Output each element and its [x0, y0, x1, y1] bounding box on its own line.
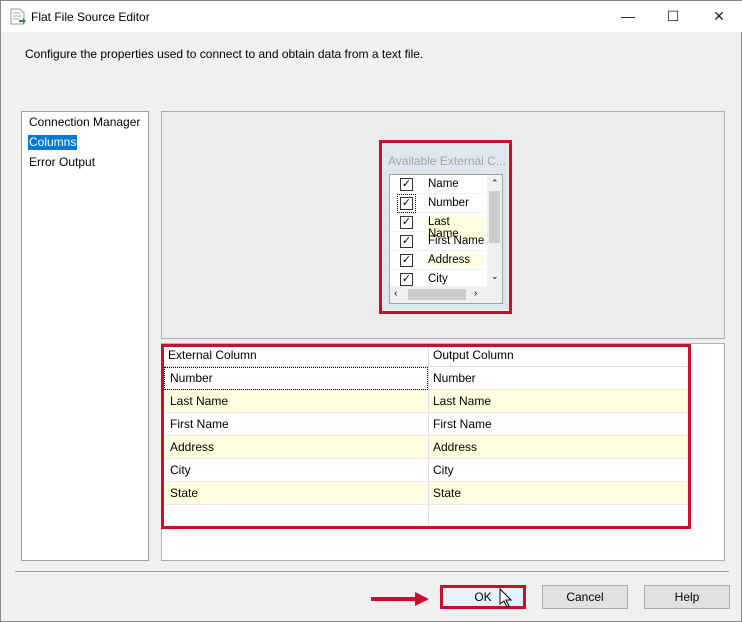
available-external-columns: Available External C... ✓ Name ✓ Number ✓ L…	[383, 144, 508, 310]
ok-label: OK	[474, 590, 492, 604]
nav-item-connection-manager[interactable]: Connection Manager	[28, 115, 141, 130]
scroll-up-icon[interactable]: ⌃	[491, 178, 499, 189]
list-item[interactable]: ✓ Address	[390, 251, 486, 270]
horizontal-scrollbar[interactable]: ‹ ›	[390, 286, 502, 303]
close-button[interactable]: ✕	[704, 5, 734, 27]
checkbox[interactable]: ✓	[400, 178, 413, 191]
checkbox[interactable]: ✓	[400, 235, 413, 248]
available-columns-list: ✓ Name ✓ Number ✓ Last Name ✓ First Name ✓ Ad…	[389, 174, 503, 304]
scroll-down-icon[interactable]: ⌄	[491, 271, 499, 282]
list-item[interactable]: ✓ Name	[390, 175, 486, 194]
divider	[15, 571, 729, 572]
cancel-button[interactable]: Cancel	[542, 585, 628, 609]
checkbox[interactable]: ✓	[397, 194, 416, 213]
scroll-right-icon[interactable]: ›	[474, 288, 477, 299]
flat-file-icon	[10, 8, 26, 25]
nav-item-columns[interactable]: Columns	[28, 135, 78, 150]
arrow-annotation-icon	[371, 592, 429, 606]
checkbox[interactable]: ✓	[400, 273, 413, 286]
mouse-cursor-icon	[499, 588, 513, 608]
scroll-left-icon[interactable]: ‹	[394, 288, 397, 299]
minimize-button[interactable]: —	[613, 5, 643, 27]
nav-item-error-output[interactable]: Error Output	[28, 155, 96, 170]
description-text: Configure the properties used to connect…	[25, 47, 424, 61]
maximize-button[interactable]: ☐	[658, 5, 688, 27]
checkbox[interactable]: ✓	[400, 254, 413, 267]
window-title: Flat File Source Editor	[31, 10, 150, 24]
help-button[interactable]: Help	[644, 585, 730, 609]
checkbox[interactable]: ✓	[400, 216, 413, 229]
nav-list: Connection Manager Columns Error Output	[21, 111, 149, 561]
list-item[interactable]: ✓ Last Name	[390, 213, 486, 240]
scroll-thumb[interactable]	[489, 191, 500, 243]
ok-button[interactable]: OK	[440, 585, 526, 609]
highlight-box	[161, 344, 691, 529]
list-item[interactable]: ✓ Number	[390, 194, 486, 213]
list-item[interactable]: ✓ First Name	[390, 232, 486, 251]
available-columns-title: Available External C...	[388, 154, 506, 168]
vertical-scrollbar[interactable]: ⌃ ⌄	[487, 175, 502, 286]
title-bar: Flat File Source Editor — ☐ ✕	[1, 1, 742, 32]
scroll-thumb[interactable]	[408, 289, 466, 300]
